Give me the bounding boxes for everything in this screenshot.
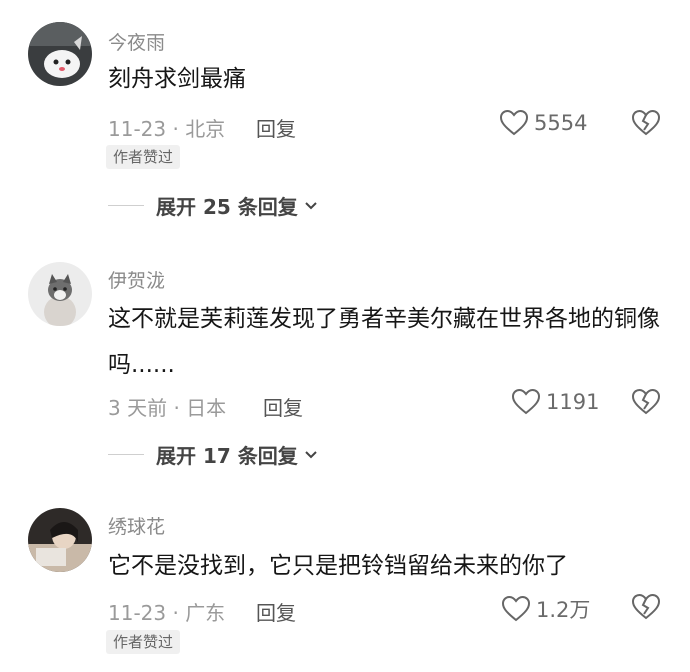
comment-text: 刻舟求剑最痛 [108, 66, 246, 92]
username[interactable]: 伊贺泷 [108, 266, 165, 293]
divider-line [108, 454, 144, 455]
like-count: 1191 [546, 390, 600, 414]
dislike-button[interactable] [631, 593, 661, 624]
expand-replies-label: 展开 17 条回复 [156, 444, 298, 468]
reply-button[interactable]: 回复 [256, 597, 296, 626]
avatar[interactable] [28, 22, 92, 86]
author-liked-badge: 作者赞过 [106, 630, 181, 654]
comment-text: 这不就是芙莉莲发现了勇者辛美尔藏在世界各地的铜像吗...... [108, 306, 660, 378]
like-count: 5554 [534, 111, 588, 135]
comment-meta: 11-23 · 北京 [108, 117, 226, 141]
author-liked-badge: 作者赞过 [106, 145, 181, 169]
reply-button[interactable]: 回复 [263, 392, 303, 421]
expand-replies-button[interactable]: 展开 25 条回复 [108, 191, 318, 220]
dislike-button[interactable] [631, 388, 661, 419]
comment-meta: 3 天前 · 日本 [108, 396, 227, 420]
like-button[interactable]: 1191 [512, 389, 599, 415]
comment-meta: 11-23 · 广东 [108, 601, 226, 625]
dislike-button[interactable] [631, 109, 661, 140]
avatar[interactable] [28, 508, 92, 572]
broken-heart-icon [631, 593, 661, 620]
comment-text: 它不是没找到，它只是把铃铛留给未来的你了 [108, 553, 568, 579]
reply-button[interactable]: 回复 [256, 113, 296, 142]
avatar[interactable] [28, 262, 92, 326]
expand-replies-label: 展开 25 条回复 [156, 195, 298, 219]
heart-icon [502, 596, 530, 622]
broken-heart-icon [631, 388, 661, 415]
username[interactable]: 绣球花 [108, 512, 165, 539]
heart-icon [512, 389, 540, 415]
divider-line [108, 205, 144, 206]
chevron-down-icon [305, 201, 317, 209]
broken-heart-icon [631, 109, 661, 136]
username[interactable]: 今夜雨 [108, 28, 165, 55]
expand-replies-button[interactable]: 展开 17 条回复 [108, 440, 318, 469]
like-count: 1.2万 [536, 598, 591, 622]
heart-icon [500, 110, 528, 136]
chevron-down-icon [305, 450, 317, 458]
like-button[interactable]: 5554 [500, 110, 587, 136]
like-button[interactable]: 1.2万 [502, 594, 590, 624]
